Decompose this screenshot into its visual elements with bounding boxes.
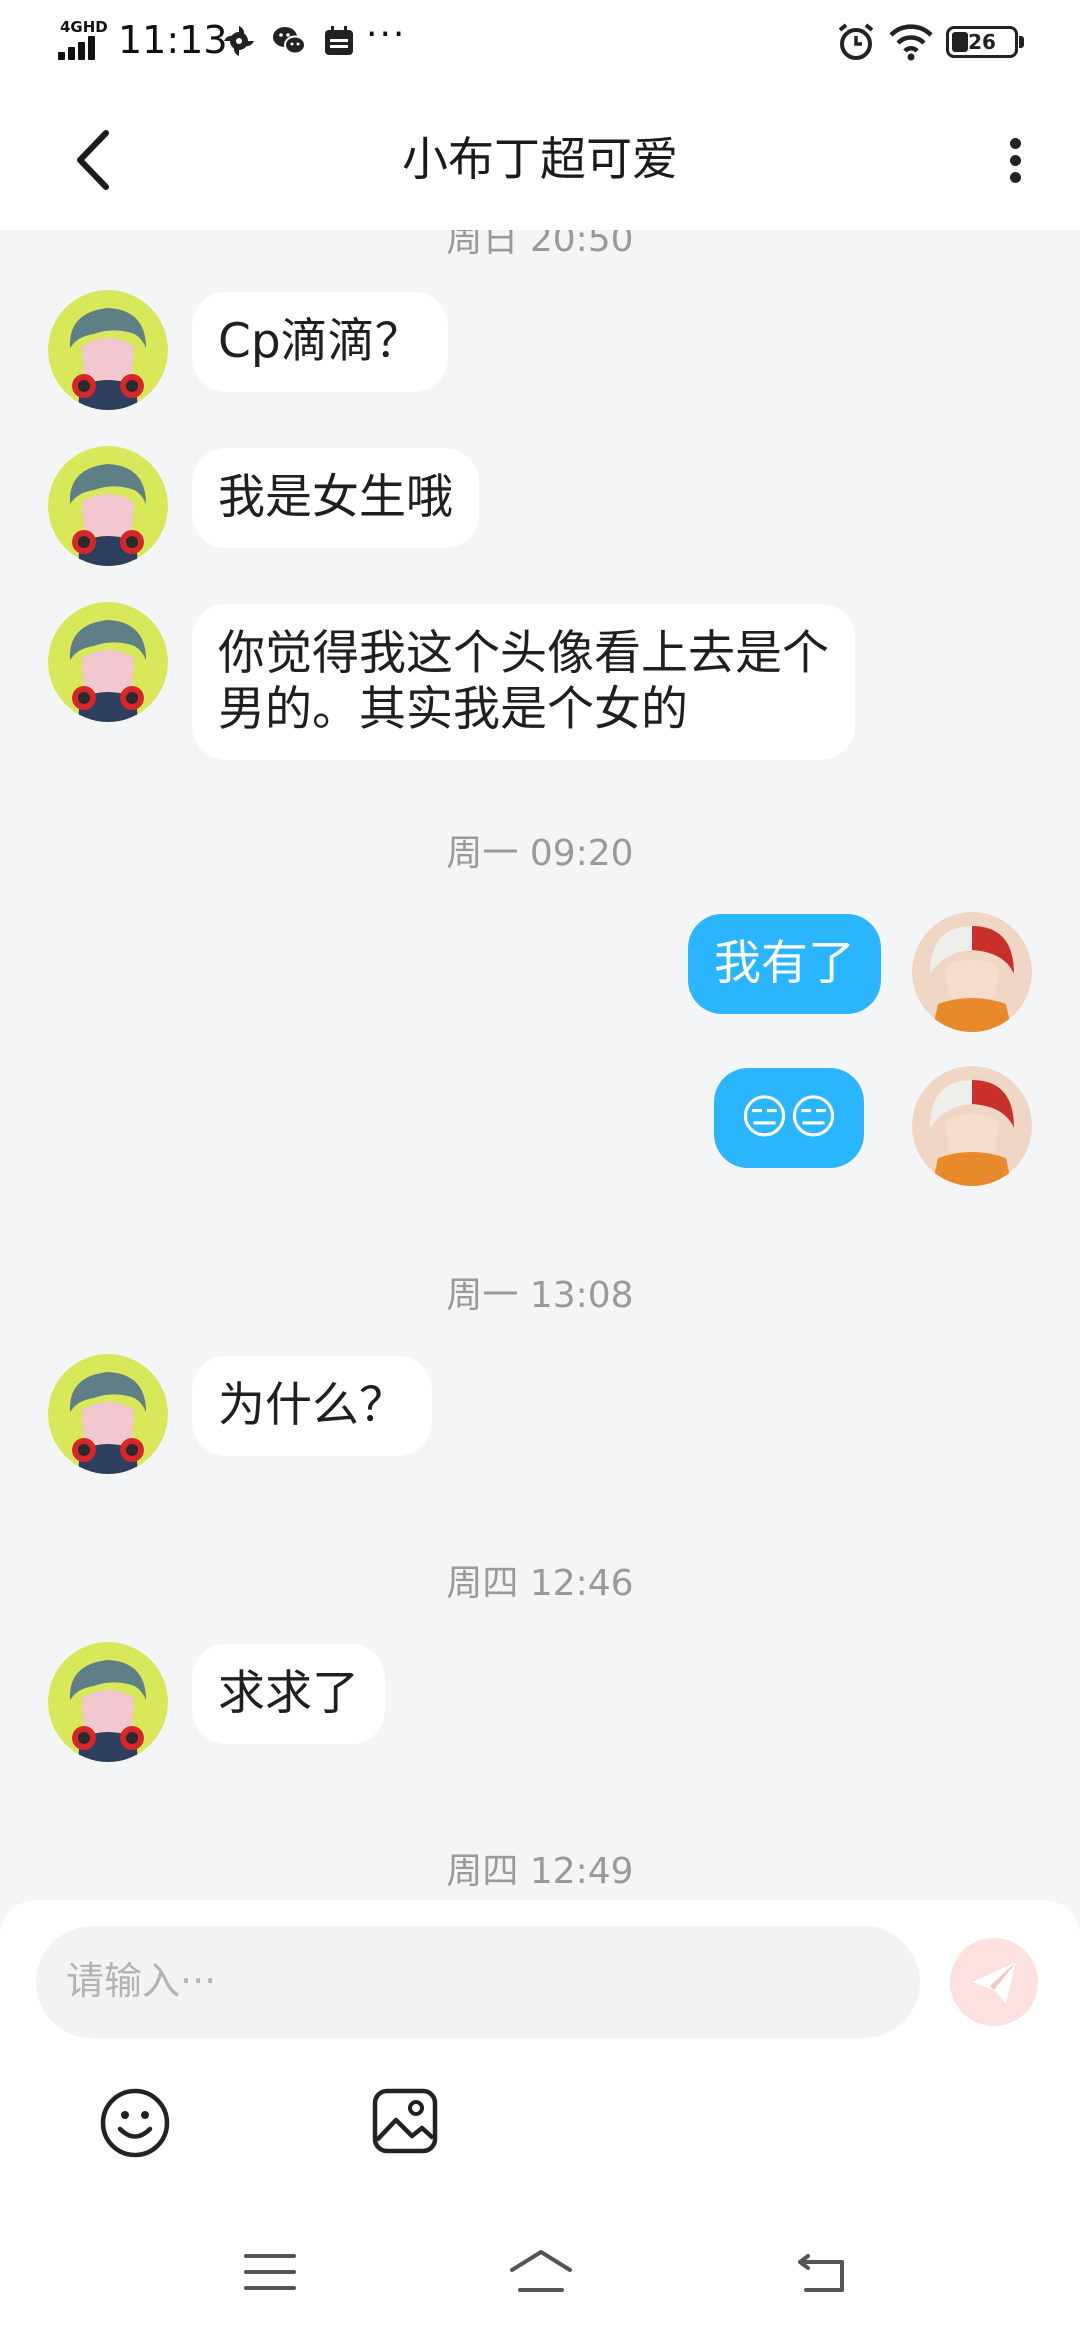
chat-title: 小布丁超可爱: [402, 132, 678, 186]
send-icon[interactable]: [950, 1938, 1038, 2026]
contact-avatar[interactable]: [48, 602, 168, 722]
image-picker-icon[interactable]: [370, 2086, 440, 2156]
outgoing-message[interactable]: 我有了: [688, 914, 881, 1014]
status-time: 11:13: [118, 18, 228, 62]
message-timestamp: 周四 12:49: [446, 1851, 634, 1892]
battery-level: 26: [968, 30, 996, 54]
incoming-message[interactable]: 我是女生哦: [192, 448, 479, 548]
message-timestamp: 周日 20:50: [446, 230, 634, 260]
wifi-icon: [889, 24, 933, 61]
menu-icon[interactable]: [240, 2244, 300, 2300]
my-avatar[interactable]: [912, 912, 1032, 1032]
wechat-icon: [273, 27, 306, 55]
chat-header: 小布丁超可爱: [0, 85, 1080, 230]
incoming-message[interactable]: 为什么？: [192, 1356, 432, 1456]
emoji-icon[interactable]: [98, 2086, 172, 2160]
contact-avatar[interactable]: [48, 1354, 168, 1474]
contact-avatar[interactable]: [48, 1642, 168, 1762]
calendar-icon: [325, 26, 353, 55]
contact-avatar[interactable]: [48, 290, 168, 410]
message-input[interactable]: 请输入···: [36, 1926, 920, 2038]
cellular-signal-icon: 4GHD: [58, 18, 108, 60]
incoming-message[interactable]: 求求了: [192, 1644, 385, 1744]
pinwheel-app-icon: [224, 26, 254, 56]
incoming-message[interactable]: Cp滴滴？: [192, 292, 448, 392]
more-notifications-indicator: ···: [366, 14, 407, 55]
my-avatar[interactable]: [912, 1066, 1032, 1186]
chat-screen: 4GHD 11:13 ··· 26 小布丁超可爱 周日 20:50 Cp滴滴？ …: [0, 0, 1080, 2340]
message-timestamp: 周四 12:46: [446, 1563, 634, 1604]
message-list[interactable]: 周日 20:50 Cp滴滴？ 我是女生哦 你觉得我这个头像看上去是个 男的。其实…: [0, 230, 1080, 1900]
message-timestamp: 周一 09:20: [446, 833, 634, 874]
battery-icon: 26: [946, 26, 1024, 58]
status-bar: 4GHD 11:13 ··· 26: [0, 0, 1080, 85]
home-icon[interactable]: [506, 2244, 576, 2300]
message-composer: 请输入···: [0, 1900, 1080, 2200]
more-options-icon[interactable]: [990, 125, 1040, 195]
message-timestamp: 周一 13:08: [446, 1275, 634, 1316]
alarm-clock-icon: [838, 23, 874, 60]
back-icon[interactable]: [792, 2244, 852, 2300]
system-navigation-bar: [0, 2200, 1080, 2340]
contact-avatar[interactable]: [48, 446, 168, 566]
incoming-message[interactable]: 你觉得我这个头像看上去是个 男的。其实我是个女的: [192, 604, 855, 760]
outgoing-message[interactable]: 😑😑: [714, 1068, 864, 1168]
